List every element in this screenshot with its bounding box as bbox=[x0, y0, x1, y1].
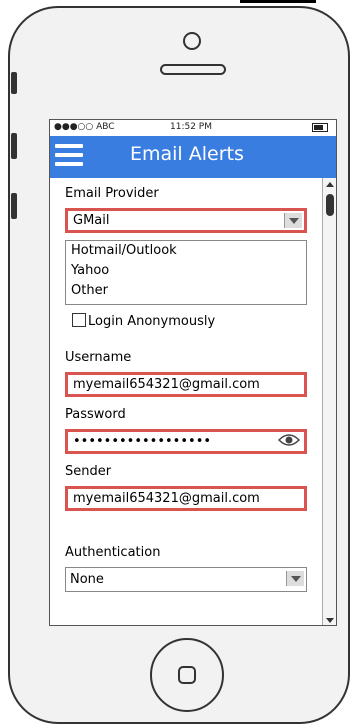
scroll-down-arrow-icon[interactable] bbox=[326, 618, 334, 623]
password-input[interactable]: •••••••••••••••••• bbox=[65, 429, 307, 454]
option-other[interactable]: Other bbox=[71, 283, 108, 298]
status-time: 11:52 PM bbox=[170, 122, 212, 132]
email-provider-selected: GMail bbox=[73, 213, 110, 228]
password-label: Password bbox=[65, 407, 126, 422]
email-provider-label: Email Provider bbox=[65, 186, 159, 201]
phone-frame: ●●●○○ ABC 11:52 PM Email Alerts Email Pr… bbox=[8, 6, 350, 724]
scrollbar[interactable] bbox=[322, 178, 336, 625]
front-camera bbox=[183, 32, 201, 50]
page-title: Email Alerts bbox=[130, 143, 244, 165]
username-input[interactable]: myemail654321@gmail.com bbox=[65, 372, 307, 397]
settings-form: Email Provider GMail Hotmail/Outlook Yah… bbox=[50, 178, 321, 625]
login-anonymously-checkbox[interactable] bbox=[72, 313, 86, 327]
home-button[interactable] bbox=[150, 638, 224, 712]
scroll-up-arrow-icon[interactable] bbox=[326, 182, 334, 187]
email-provider-options: Hotmail/Outlook Yahoo Other bbox=[65, 240, 307, 305]
scroll-thumb[interactable] bbox=[326, 194, 334, 216]
app-header: Email Alerts bbox=[50, 136, 336, 178]
authentication-label: Authentication bbox=[65, 545, 161, 560]
hamburger-menu-icon[interactable] bbox=[55, 144, 83, 168]
status-bar: ●●●○○ ABC 11:52 PM bbox=[50, 120, 336, 135]
mute-switch bbox=[11, 72, 17, 94]
top-edge-line bbox=[240, 0, 316, 3]
option-yahoo[interactable]: Yahoo bbox=[71, 263, 109, 278]
dropdown-arrow-icon bbox=[284, 213, 302, 228]
authentication-select[interactable]: None bbox=[65, 567, 307, 592]
sender-label: Sender bbox=[65, 464, 112, 479]
volume-up-button bbox=[11, 133, 17, 159]
earpiece-speaker bbox=[160, 64, 226, 75]
login-anonymously-label: Login Anonymously bbox=[88, 314, 216, 329]
option-hotmail-outlook[interactable]: Hotmail/Outlook bbox=[71, 243, 177, 258]
authentication-selected: None bbox=[70, 572, 104, 587]
username-label: Username bbox=[65, 350, 132, 365]
password-value: •••••••••••••••••• bbox=[73, 434, 212, 449]
eye-icon[interactable] bbox=[278, 433, 300, 447]
volume-down-button bbox=[11, 193, 17, 219]
carrier-signal: ●●●○○ ABC bbox=[54, 122, 115, 132]
sender-input[interactable]: myemail654321@gmail.com bbox=[65, 486, 307, 511]
login-anonymously-row[interactable]: Login Anonymously bbox=[72, 313, 215, 329]
battery-icon bbox=[312, 123, 328, 132]
home-square-icon bbox=[178, 666, 196, 684]
email-provider-select[interactable]: GMail bbox=[65, 208, 307, 233]
dropdown-arrow-icon bbox=[286, 571, 304, 586]
phone-screen: ●●●○○ ABC 11:52 PM Email Alerts Email Pr… bbox=[49, 119, 337, 626]
